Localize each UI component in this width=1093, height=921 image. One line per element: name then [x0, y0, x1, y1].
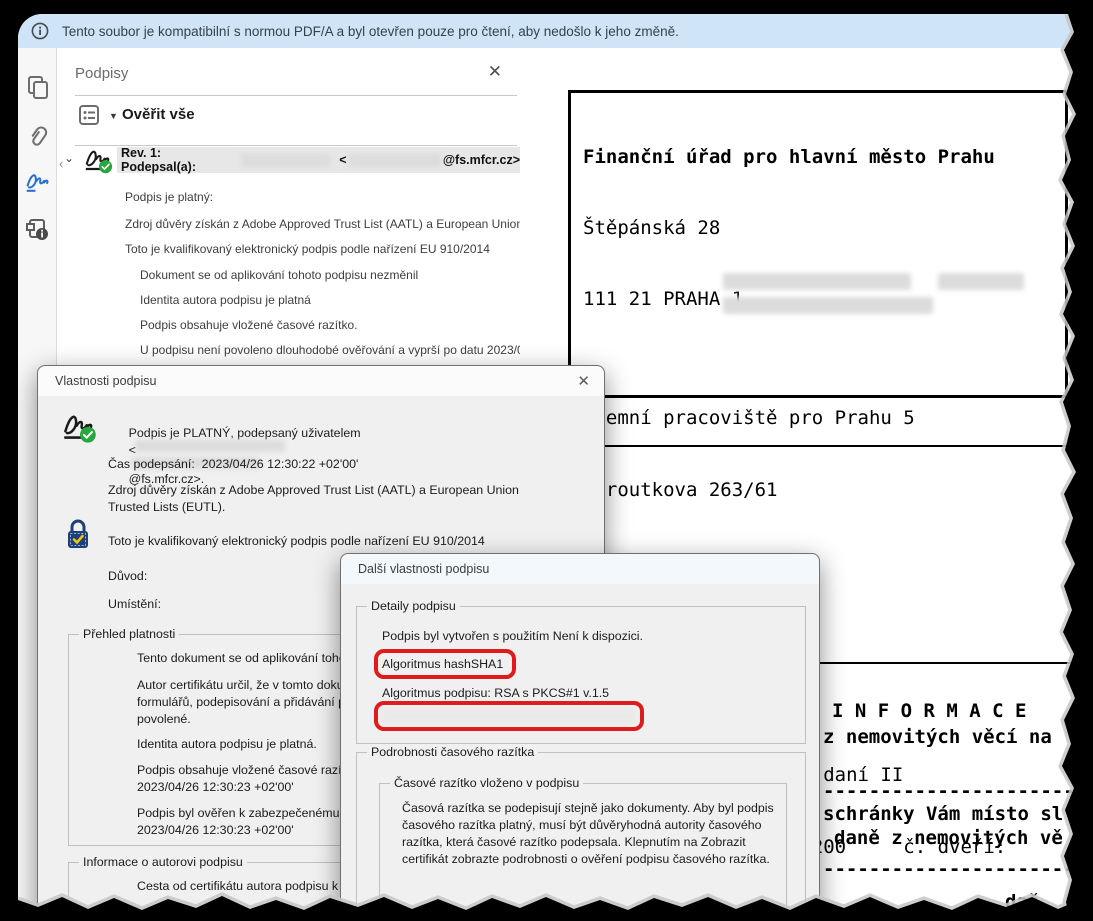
divider: [75, 95, 517, 96]
signature-valid-icon: [84, 150, 113, 175]
signature-details-group: Detaily podpisu Podpis byl vytvořen s po…: [356, 599, 806, 744]
validity-line: Podpis obsahuje vložené časové razítk: [137, 763, 352, 777]
signature-detail: Podpis je platný:: [125, 190, 214, 204]
panel-notch-icon: ‹: [59, 156, 64, 171]
redacted-signer-email: [348, 153, 441, 167]
validity-line: 2023/04/26 12:30:23 +02'00': [137, 780, 294, 794]
banner-message: Tento soubor je kompatibilní s normou PD…: [62, 23, 679, 39]
location-label: Umístění:: [108, 597, 162, 611]
signature-detail: Toto je kvalifikovaný elektronický podpi…: [125, 242, 490, 256]
paperclip-icon[interactable]: [25, 124, 51, 150]
pages-icon[interactable]: [25, 74, 51, 100]
validity-line: formulářů, podepisování a přidávání p: [137, 695, 346, 709]
redacted-text: [723, 273, 911, 290]
dropdown-caret-icon[interactable]: ▼: [109, 111, 118, 121]
additional-signature-properties-dialog: Další vlastnosti podpisu Detaily podpisu…: [340, 553, 820, 921]
group-label: Informace o autorovi podpisu: [79, 855, 247, 869]
signature-detail: Zdroj důvěry získán z Adobe Approved Tru…: [125, 217, 520, 231]
dialog-title-bar[interactable]: Další vlastnosti podpisu: [341, 554, 819, 584]
timestamp-embedded-group: Časové razítko vloženo v podpisu Časová …: [379, 776, 787, 919]
signature-valid-icon: [62, 415, 97, 444]
dialog-title-bar[interactable]: Vlastnosti podpisu ✕: [38, 366, 604, 396]
doc-line: Peroutkova 263/61: [583, 478, 778, 501]
close-icon[interactable]: ✕: [577, 372, 590, 390]
dialog-title: Vlastnosti podpisu: [55, 374, 157, 388]
created-with-line: Podpis byl vytvořen s použitím Není k di…: [382, 629, 644, 643]
doc-fragment: daň: [1005, 891, 1040, 913]
hash-algorithm-line: Algoritmus hashSHA1: [382, 657, 504, 671]
rev-email-suffix: @fs.mfcr.cz>: [442, 153, 520, 167]
verify-all-button[interactable]: ▼ Ověřit vše: [78, 104, 195, 126]
validity-line: povolené.: [137, 712, 191, 726]
validity-line: Identita autora podpisu je platná.: [137, 737, 317, 751]
signature-detail: U podpisu není povoleno dlouhodobé ověřo…: [140, 343, 520, 357]
group-label: Podrobnosti časového razítka: [367, 745, 539, 759]
rev-label: Rev. 1: Podepsal(a):: [121, 146, 197, 174]
signature-rev-row[interactable]: Rev. 1: Podepsal(a): < @fs.mfcr.cz>: [117, 146, 520, 174]
redacted-value-highlight: [374, 701, 644, 731]
reason-label: Důvod:: [108, 569, 148, 583]
doc-dashed-line: -----------------------: [823, 858, 1087, 880]
pdfa-notification-bar: Tento soubor je kompatibilní s normou PD…: [18, 14, 1093, 48]
signature-detail: Dokument se od aplikování tohoto podpisu…: [140, 268, 419, 282]
document-info-icon[interactable]: [25, 216, 51, 242]
signature-pen-icon[interactable]: [25, 170, 51, 196]
verify-all-label: Ověřit vše: [122, 106, 195, 123]
document-rule: [545, 445, 1085, 447]
qualified-lock-icon: [68, 519, 88, 548]
doc-informace-heading: I N F O R M A C E: [832, 700, 1027, 722]
validity-line: Podpis byl ověřen k zabezpečenému č: [137, 806, 350, 820]
signature-algorithm-line: Algoritmus podpisu: RSA s PKCS#1 v.1.5: [382, 686, 610, 700]
group-label: Časové razítko vloženo v podpisu: [390, 776, 584, 790]
dialog-title: Další vlastnosti podpisu: [358, 562, 490, 576]
group-label: Přehled platnosti: [79, 627, 180, 641]
timestamp-description: Časová razítka se podepisují stejně jako…: [402, 801, 774, 866]
signature-list-options-icon[interactable]: [78, 104, 100, 126]
chevron-down-icon[interactable]: ⌄: [64, 151, 74, 165]
doc-fragment: schránky Vám místo sl: [823, 803, 1064, 825]
redacted-text: [723, 297, 933, 314]
signature-detail: Podpis obsahuje vložené časové razítko.: [140, 318, 358, 332]
timestamp-details-group: Podrobnosti časového razítka Časové razí…: [356, 745, 806, 920]
trust-source-line1: Zdroj důvěry získán z Adobe Approved Tru…: [108, 483, 519, 497]
doc-line: Finanční úřad pro hlavní město Prahu: [583, 145, 995, 168]
validity-line: Autor certifikátu určil, že v tomto doku: [137, 678, 344, 692]
group-label: Detaily podpisu: [367, 599, 460, 613]
doc-fragment: z nemovitých věcí na: [823, 726, 1052, 748]
doc-fragment: daně z nemovitých vě: [834, 827, 1063, 849]
redacted-text: [938, 273, 1024, 290]
info-circle-icon: [31, 22, 49, 40]
validity-line: Tento dokument se od aplikování toho: [137, 651, 346, 665]
close-icon[interactable]: ✕: [488, 62, 502, 82]
doc-line: Štěpánská 28: [583, 216, 721, 239]
rev-lt: <: [339, 153, 347, 167]
panel-title: Podpisy: [75, 65, 129, 82]
author-line: Cesta od certifikátu autora podpisu k: [137, 879, 339, 893]
validity-line: 2023/04/26 12:30:23 +02'00': [137, 823, 294, 837]
acrobat-window: Finanční úřad pro hlavní město Prahu Ště…: [18, 14, 1093, 921]
redacted-signer-name: [240, 153, 332, 167]
screenshot-root: { "colors": { "banner_bg": "#cfe4f6", "a…: [0, 0, 1093, 921]
doc-line: Územní pracoviště pro Prahu 5: [583, 407, 915, 430]
qualified-line: Toto je kvalifikovaný elektronický podpi…: [108, 534, 485, 548]
doc-dashed-line: -----------------------: [823, 780, 1087, 802]
signing-time: Čas podepsání: 2023/04/26 12:30:22 +02'0…: [108, 457, 359, 471]
signature-detail: Identita autora podpisu je platná: [140, 293, 311, 307]
trust-source-line2: Trusted Lists (EUTL).: [108, 500, 226, 514]
